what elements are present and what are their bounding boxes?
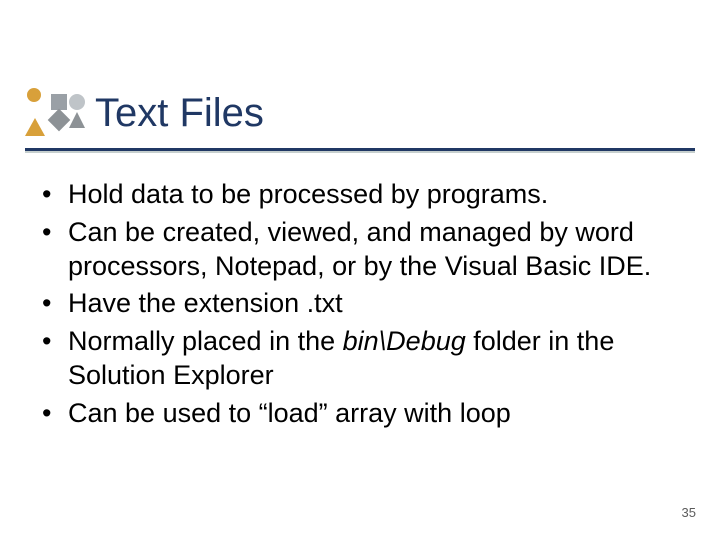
header: Text Files — [25, 88, 695, 138]
bullet-text-em: bin\Debug — [343, 326, 466, 356]
list-item: Have the extension .txt — [38, 287, 682, 321]
list-item: Normally placed in the bin\Debug folder … — [38, 325, 682, 393]
bullet-text-pre: Normally placed in the — [68, 326, 343, 356]
bullet-text: Hold data to be processed by programs. — [68, 179, 548, 209]
slide-title: Text Files — [95, 92, 264, 138]
bullet-text: Can be used to “load” array with loop — [68, 398, 511, 428]
slide-logo-icon — [25, 88, 85, 138]
list-item: Can be created, viewed, and managed by w… — [38, 216, 682, 284]
page-number: 35 — [682, 505, 696, 520]
bullet-list: Hold data to be processed by programs. C… — [38, 178, 682, 430]
list-item: Can be used to “load” array with loop — [38, 397, 682, 431]
slide-body: Hold data to be processed by programs. C… — [38, 178, 682, 434]
bullet-text: Can be created, viewed, and managed by w… — [68, 217, 651, 281]
title-rule — [25, 148, 695, 153]
slide: Text Files Hold data to be processed by … — [0, 0, 720, 540]
bullet-text: Have the extension .txt — [68, 288, 343, 318]
list-item: Hold data to be processed by programs. — [38, 178, 682, 212]
